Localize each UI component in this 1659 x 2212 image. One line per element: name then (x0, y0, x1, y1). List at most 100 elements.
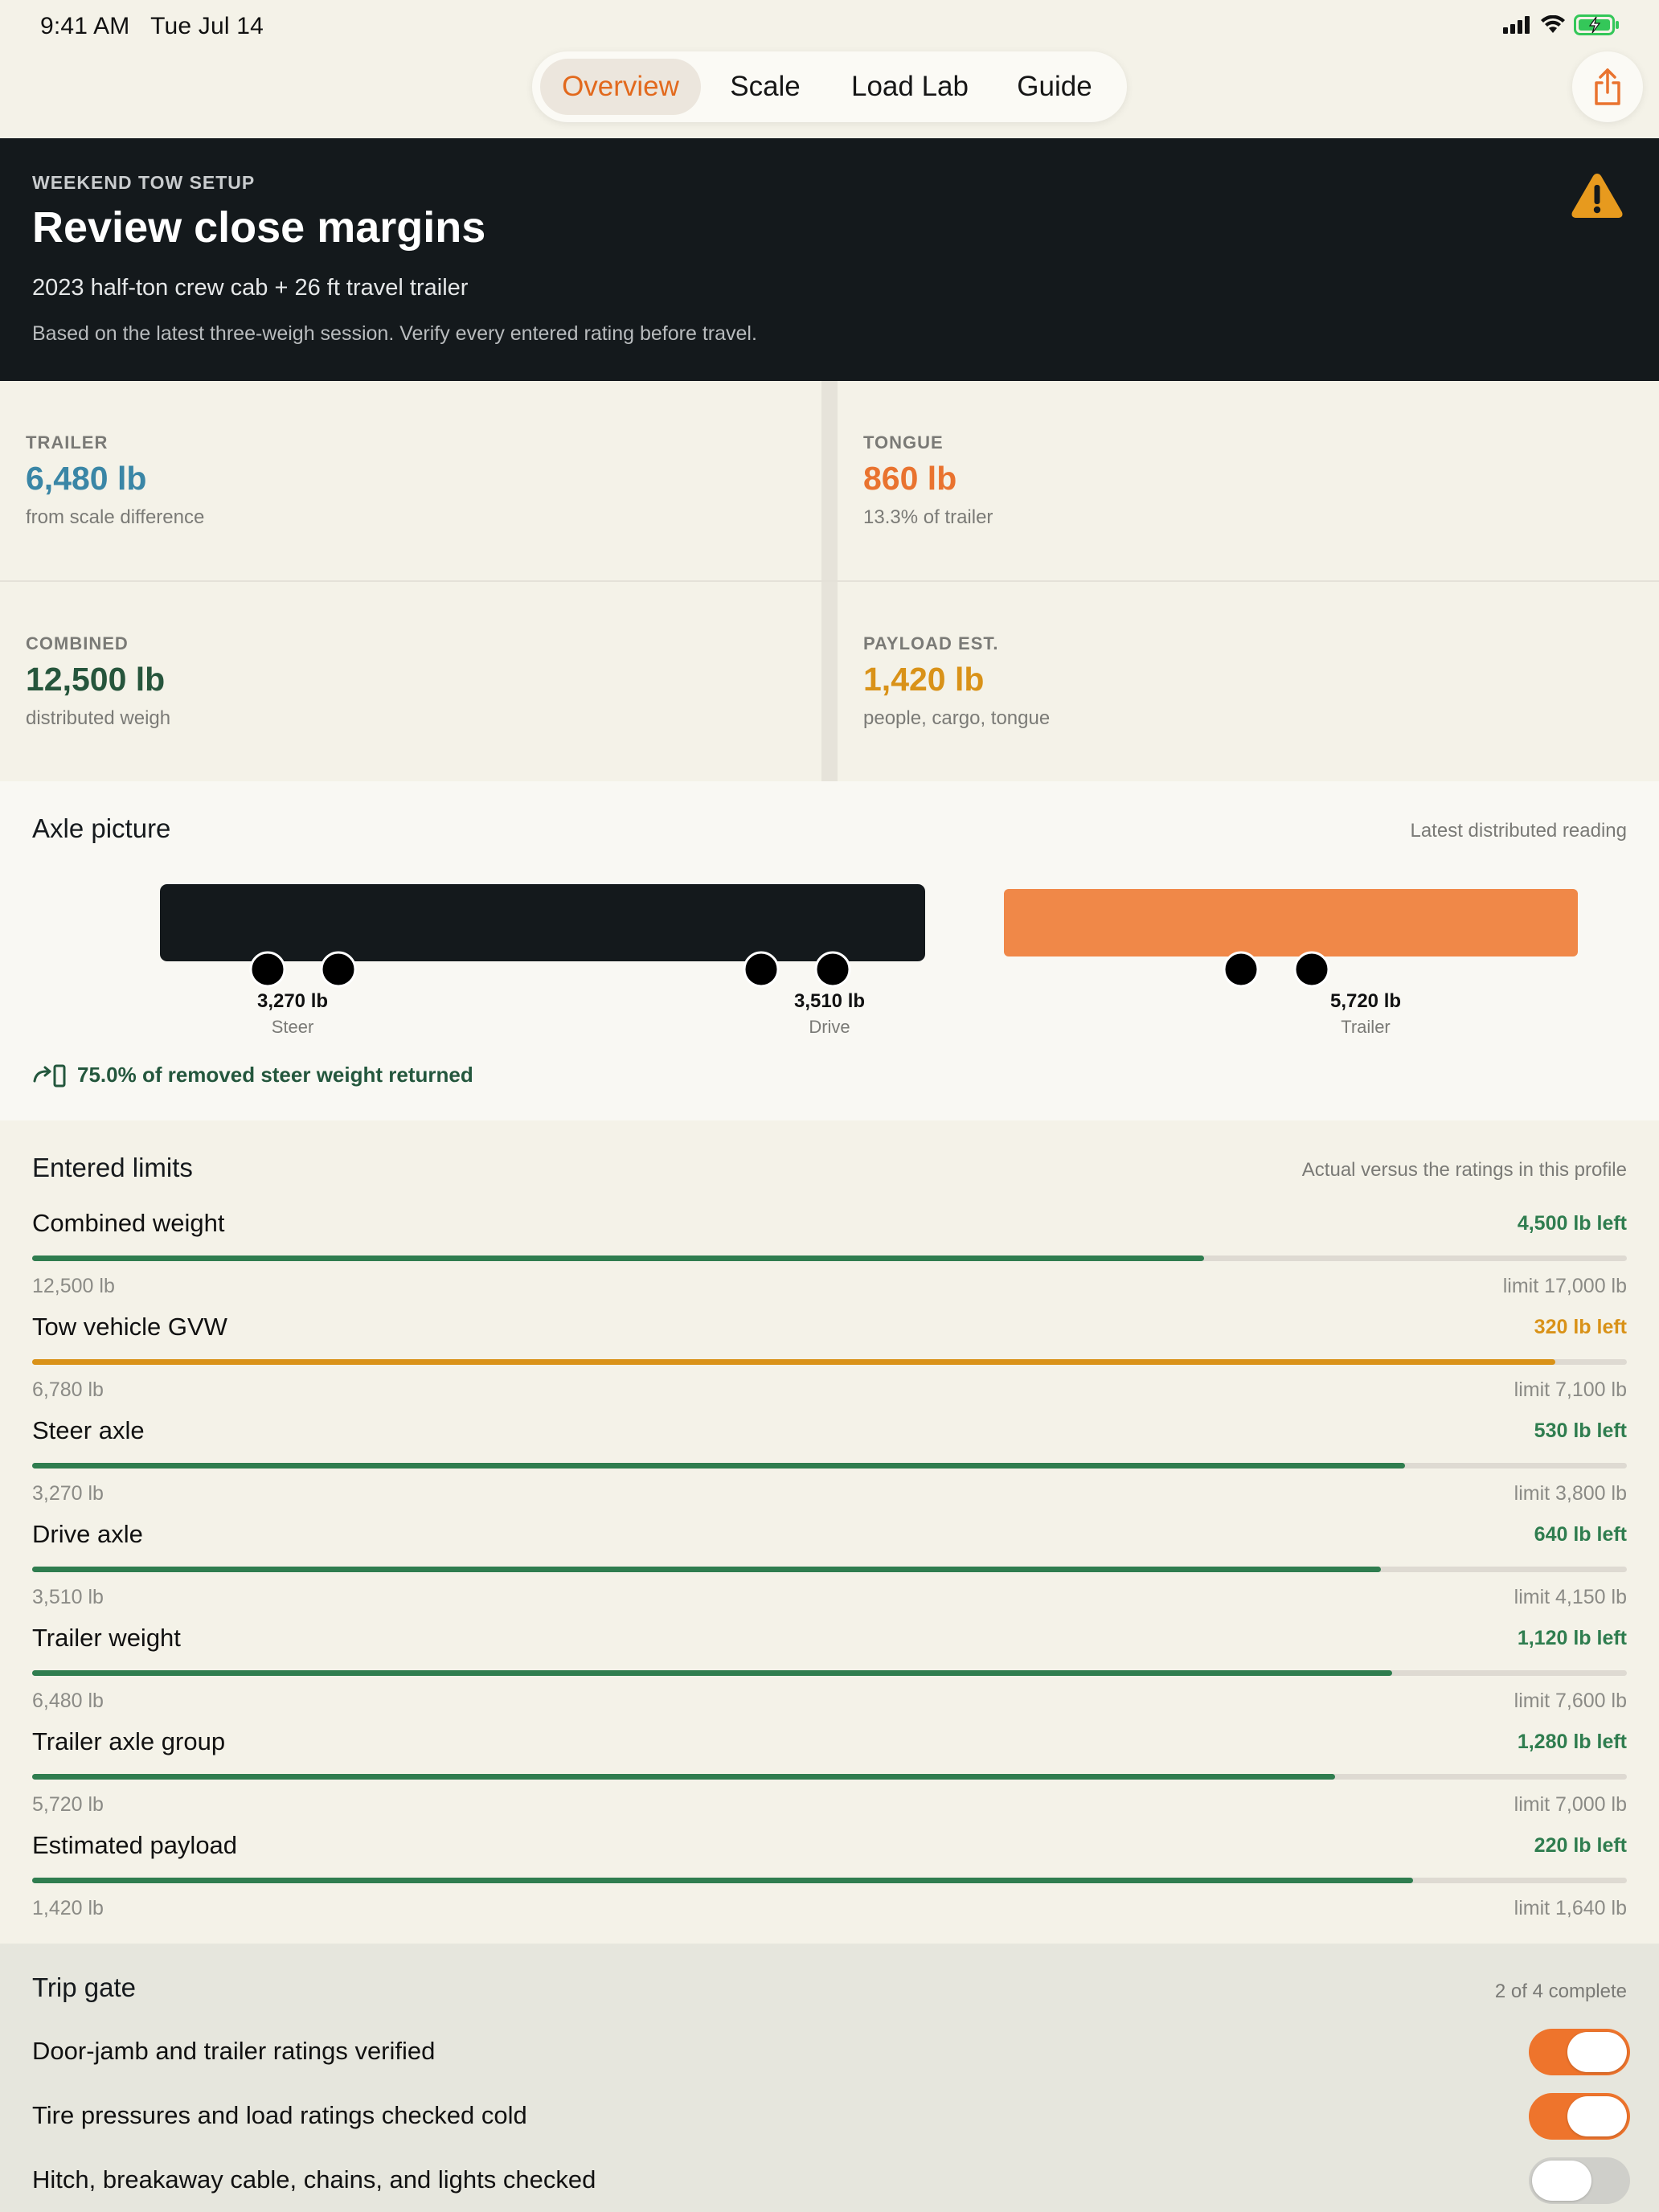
gate-item-tire-pressures: Tire pressures and load ratings checked … (32, 2101, 527, 2129)
setup-summary-banner: WEEKEND TOW SETUP Review close margins 2… (0, 138, 1659, 381)
limit-progress-track (32, 1878, 1627, 1883)
limit-remaining: 530 lb left (1534, 1419, 1627, 1442)
limit-progress-track (32, 1567, 1627, 1572)
limit-row-steer-axle[interactable]: Steer axle 530 lb left 3,270 lb limit 3,… (32, 1416, 1627, 1520)
stat-value: 860 lb (863, 460, 957, 497)
status-date: Tue Jul 14 (150, 13, 264, 39)
limit-progress-fill (32, 1567, 1382, 1572)
limit-remaining: 640 lb left (1534, 1523, 1627, 1546)
limit-name: Estimated payload (32, 1831, 238, 1859)
trailer-body (1004, 889, 1578, 956)
gate-item-ratings-verified: Door-jamb and trailer ratings verified (32, 2037, 436, 2065)
entered-limits-section: Entered limits Actual versus the ratings… (0, 1120, 1659, 1944)
battery-charging-icon (1574, 14, 1619, 35)
limit-remaining: 1,120 lb left (1517, 1627, 1627, 1649)
status-bar: 9:41 AM Tue Jul 14 (0, 0, 1659, 51)
section-caption: Actual versus the ratings in this profil… (1301, 1159, 1627, 1181)
main-tab-bar: Overview Scale Load Lab Guide (532, 51, 1127, 122)
limit-row-trailer-weight[interactable]: Trailer weight 1,120 lb left 6,480 lb li… (32, 1624, 1627, 1727)
limit-progress-track (32, 1774, 1627, 1780)
limit-progress-fill (32, 1670, 1393, 1676)
toggle-knob (1567, 2032, 1627, 2072)
toggle-knob (1567, 2096, 1627, 2136)
limit-actual: 3,270 lb (32, 1482, 104, 1505)
axle-diagram (160, 884, 1578, 988)
trailer-wheel-front (1223, 951, 1260, 988)
status-icons (1503, 14, 1620, 35)
limit-rating: limit 7,600 lb (1514, 1690, 1627, 1712)
limit-progress-track (32, 1256, 1627, 1261)
limit-actual: 12,500 lb (32, 1275, 115, 1297)
limit-remaining: 320 lb left (1534, 1316, 1627, 1338)
vehicle-description: 2023 half-ton crew cab + 26 ft travel tr… (32, 275, 469, 301)
weight-return-note: 75.0% of removed steer weight returned (32, 1063, 473, 1088)
limit-row-combined-weight[interactable]: Combined weight 4,500 lb left 12,500 lb … (32, 1209, 1627, 1313)
trip-gate-section: Trip gate 2 of 4 complete Door-jamb and … (0, 1944, 1659, 2212)
status-headline: Review close margins (32, 203, 486, 252)
limit-remaining: 1,280 lb left (1517, 1731, 1627, 1753)
stat-value: 6,480 lb (26, 460, 147, 497)
stat-label: COMBINED (26, 633, 129, 653)
stat-tongue: TONGUE 860 lb 13.3% of trailer (838, 381, 1659, 581)
share-icon (1595, 68, 1620, 105)
limit-progress-fill (32, 1878, 1414, 1883)
limit-row-tow-vehicle-gvw[interactable]: Tow vehicle GVW 320 lb left 6,780 lb lim… (32, 1313, 1627, 1416)
section-caption: 2 of 4 complete (1494, 1981, 1627, 2002)
limit-name: Steer axle (32, 1416, 145, 1444)
share-button[interactable] (1572, 51, 1643, 122)
tab-scale[interactable]: Scale (701, 59, 830, 115)
limit-row-drive-axle[interactable]: Drive axle 640 lb left 3,510 lb limit 4,… (32, 1520, 1627, 1624)
drive-axle-weight: 3,510 lb (793, 990, 866, 1012)
axle-picture-section: Axle picture Latest distributed reading … (0, 781, 1659, 1120)
drive-axle-label: Drive (809, 1017, 850, 1037)
limit-actual: 5,720 lb (32, 1793, 104, 1816)
limit-name: Combined weight (32, 1209, 225, 1237)
limit-actual: 3,510 lb (32, 1586, 104, 1608)
session-note: Based on the latest three-weigh session.… (32, 322, 757, 345)
limit-progress-track (32, 1463, 1627, 1469)
stat-value: 1,420 lb (863, 661, 985, 698)
toggle-hitch-checked[interactable] (1529, 2157, 1630, 2204)
steer-wheel-rear (320, 951, 357, 988)
stat-caption: from scale difference (26, 506, 205, 528)
stat-caption: distributed weigh (26, 707, 171, 729)
stat-trailer: TRAILER 6,480 lb from scale difference (0, 381, 821, 581)
limit-name: Tow vehicle GVW (32, 1313, 227, 1341)
limit-progress-fill (32, 1463, 1406, 1469)
limit-rating: limit 7,000 lb (1514, 1793, 1627, 1816)
tab-overview[interactable]: Overview (540, 59, 701, 115)
stat-caption: people, cargo, tongue (863, 707, 1051, 729)
stat-caption: 13.3% of trailer (863, 506, 993, 528)
tow-vehicle-body (160, 884, 925, 961)
steer-axle-label: Steer (271, 1017, 314, 1037)
limit-rating: limit 4,150 lb (1514, 1586, 1627, 1608)
limit-name: Trailer axle group (32, 1727, 226, 1755)
toggle-ratings-verified[interactable] (1529, 2029, 1630, 2075)
stat-payload: PAYLOAD EST. 1,420 lb people, cargo, ton… (838, 582, 1659, 782)
limit-progress-track (32, 1359, 1627, 1365)
gate-item-hitch-checked: Hitch, breakaway cable, chains, and ligh… (32, 2165, 596, 2194)
stat-value: 12,500 lb (26, 661, 166, 698)
limit-actual: 6,780 lb (32, 1378, 104, 1401)
wifi-icon (1541, 15, 1565, 33)
weight-transfer-icon (33, 1064, 66, 1087)
stat-combined: COMBINED 12,500 lb distributed weigh (0, 582, 821, 782)
limit-remaining: 220 lb left (1534, 1834, 1627, 1857)
limit-row-trailer-axle-group[interactable]: Trailer axle group 1,280 lb left 5,720 l… (32, 1727, 1627, 1831)
section-title: Trip gate (32, 1972, 137, 2002)
warning-icon (1571, 174, 1623, 218)
toggle-tire-pressures[interactable] (1529, 2093, 1630, 2140)
tab-load-lab[interactable]: Load Lab (830, 59, 990, 115)
weight-stats-grid: TRAILER 6,480 lb from scale difference T… (0, 381, 1659, 781)
cellular-signal-icon (1503, 16, 1530, 34)
trailer-axle-label: Trailer (1341, 1017, 1391, 1037)
status-time: 9:41 AM Tue Jul 14 (40, 13, 264, 40)
stat-label: TONGUE (863, 432, 944, 453)
tab-guide[interactable]: Guide (990, 59, 1119, 115)
stat-label: TRAILER (26, 432, 109, 453)
limit-row-estimated-payload[interactable]: Estimated payload 220 lb left 1,420 lb l… (32, 1831, 1627, 1935)
limit-rating: limit 1,640 lb (1514, 1897, 1627, 1919)
limit-name: Trailer weight (32, 1624, 181, 1652)
limit-actual: 1,420 lb (32, 1897, 104, 1919)
grid-divider-horizontal (0, 580, 1659, 582)
